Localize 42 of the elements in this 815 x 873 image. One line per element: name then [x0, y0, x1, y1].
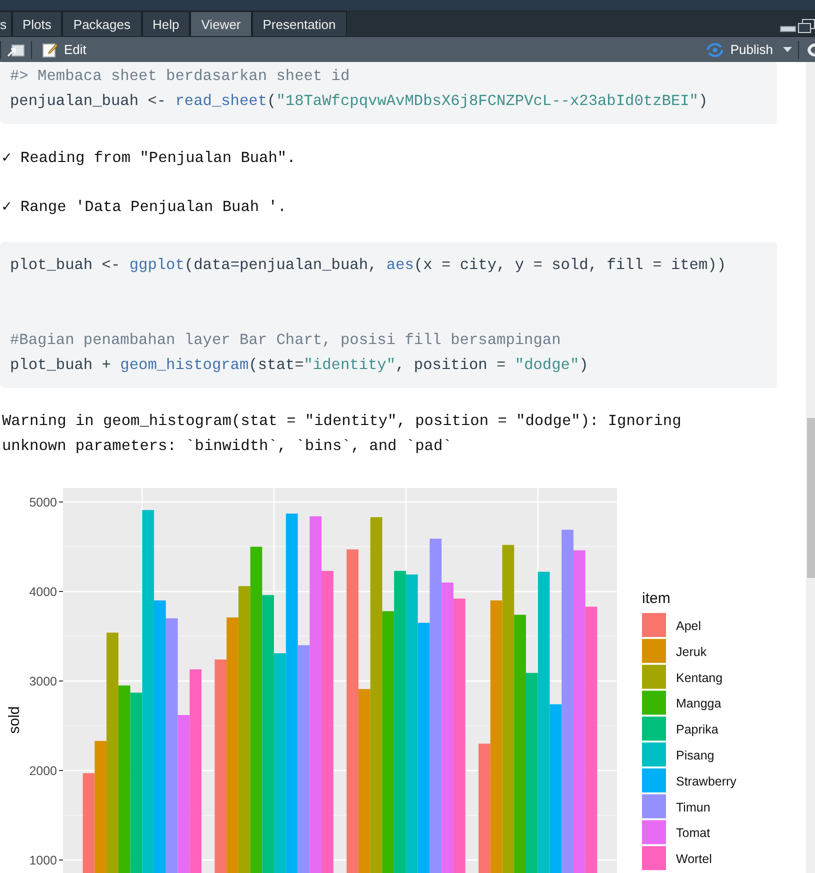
- code-line: #> Membaca sheet berdasarkan sheet id: [10, 66, 351, 87]
- console-output: ✓ Reading from "Penjualan Buah".: [1, 148, 297, 169]
- legend-label: Mangga: [676, 696, 722, 711]
- legend-label: Jeruk: [676, 644, 707, 659]
- pane-tab[interactable]: Plots: [12, 11, 62, 36]
- code-line: #Bagian penambahan layer Bar Chart, posisi fill bersampingan: [10, 330, 562, 351]
- y-tick-label: 4000: [29, 584, 57, 599]
- popout-icon[interactable]: [7, 42, 25, 56]
- y-tick-label: 3000: [29, 674, 57, 688]
- legend-label: Pisang: [676, 748, 714, 762]
- caret-icon[interactable]: [783, 46, 792, 52]
- pane-tab[interactable]: Viewer: [190, 11, 252, 36]
- scrollbar[interactable]: [806, 62, 815, 873]
- legend-title: item: [642, 590, 670, 607]
- y-tick-label: 1000: [29, 854, 57, 868]
- edit-icon: [42, 42, 58, 58]
- code-line: plot_buah <- ggplot(data=penjualan_buah, aes(x = city, y = sold, fill = item)): [10, 255, 728, 276]
- legend-label: Strawberry: [676, 774, 736, 788]
- legend-label: Timun: [676, 800, 710, 814]
- edit-button[interactable]: Edit: [38, 38, 90, 60]
- code-line: plot_buah + geom_histogram(stat="identity", position = "dodge"): [10, 355, 590, 376]
- code-line: penjualan_buah <- read_sheet("18TaWfcpqvwAvMDbsX6j8FCNZPVcL--x23abId0tzBEI"): [10, 91, 709, 112]
- y-axis-title: sold: [6, 706, 23, 734]
- legend-label: Kentang: [676, 670, 723, 685]
- pane-tab[interactable]: s: [0, 11, 12, 36]
- legend-label: Paprika: [676, 722, 718, 737]
- y-tick-label: 2000: [29, 764, 57, 778]
- publish-button[interactable]: Publish: [702, 38, 777, 60]
- minimize-icon[interactable]: [780, 25, 796, 33]
- warning-message: unknown parameters: `binwidth`, `bins`, and `pad`: [1, 436, 453, 457]
- y-tick-label: 5000: [29, 495, 57, 510]
- refresh-icon[interactable]: [805, 42, 815, 58]
- console-output: ✓ Range 'Data Penjualan Buah '.: [1, 197, 288, 218]
- legend-label: Apel: [676, 619, 702, 633]
- pane-tab[interactable]: Packages: [62, 11, 142, 36]
- warning-message: Warning in geom_histogram(stat = "identity", position = "dodge"): Ignoring: [1, 411, 682, 432]
- legend-label: Tomat: [676, 826, 710, 840]
- pane-tab[interactable]: Help: [142, 11, 190, 36]
- publish-icon: [706, 42, 724, 56]
- pane-tab[interactable]: Presentation: [252, 11, 347, 36]
- maximize-icon[interactable]: [798, 19, 815, 33]
- legend-label: Wortel: [676, 852, 712, 866]
